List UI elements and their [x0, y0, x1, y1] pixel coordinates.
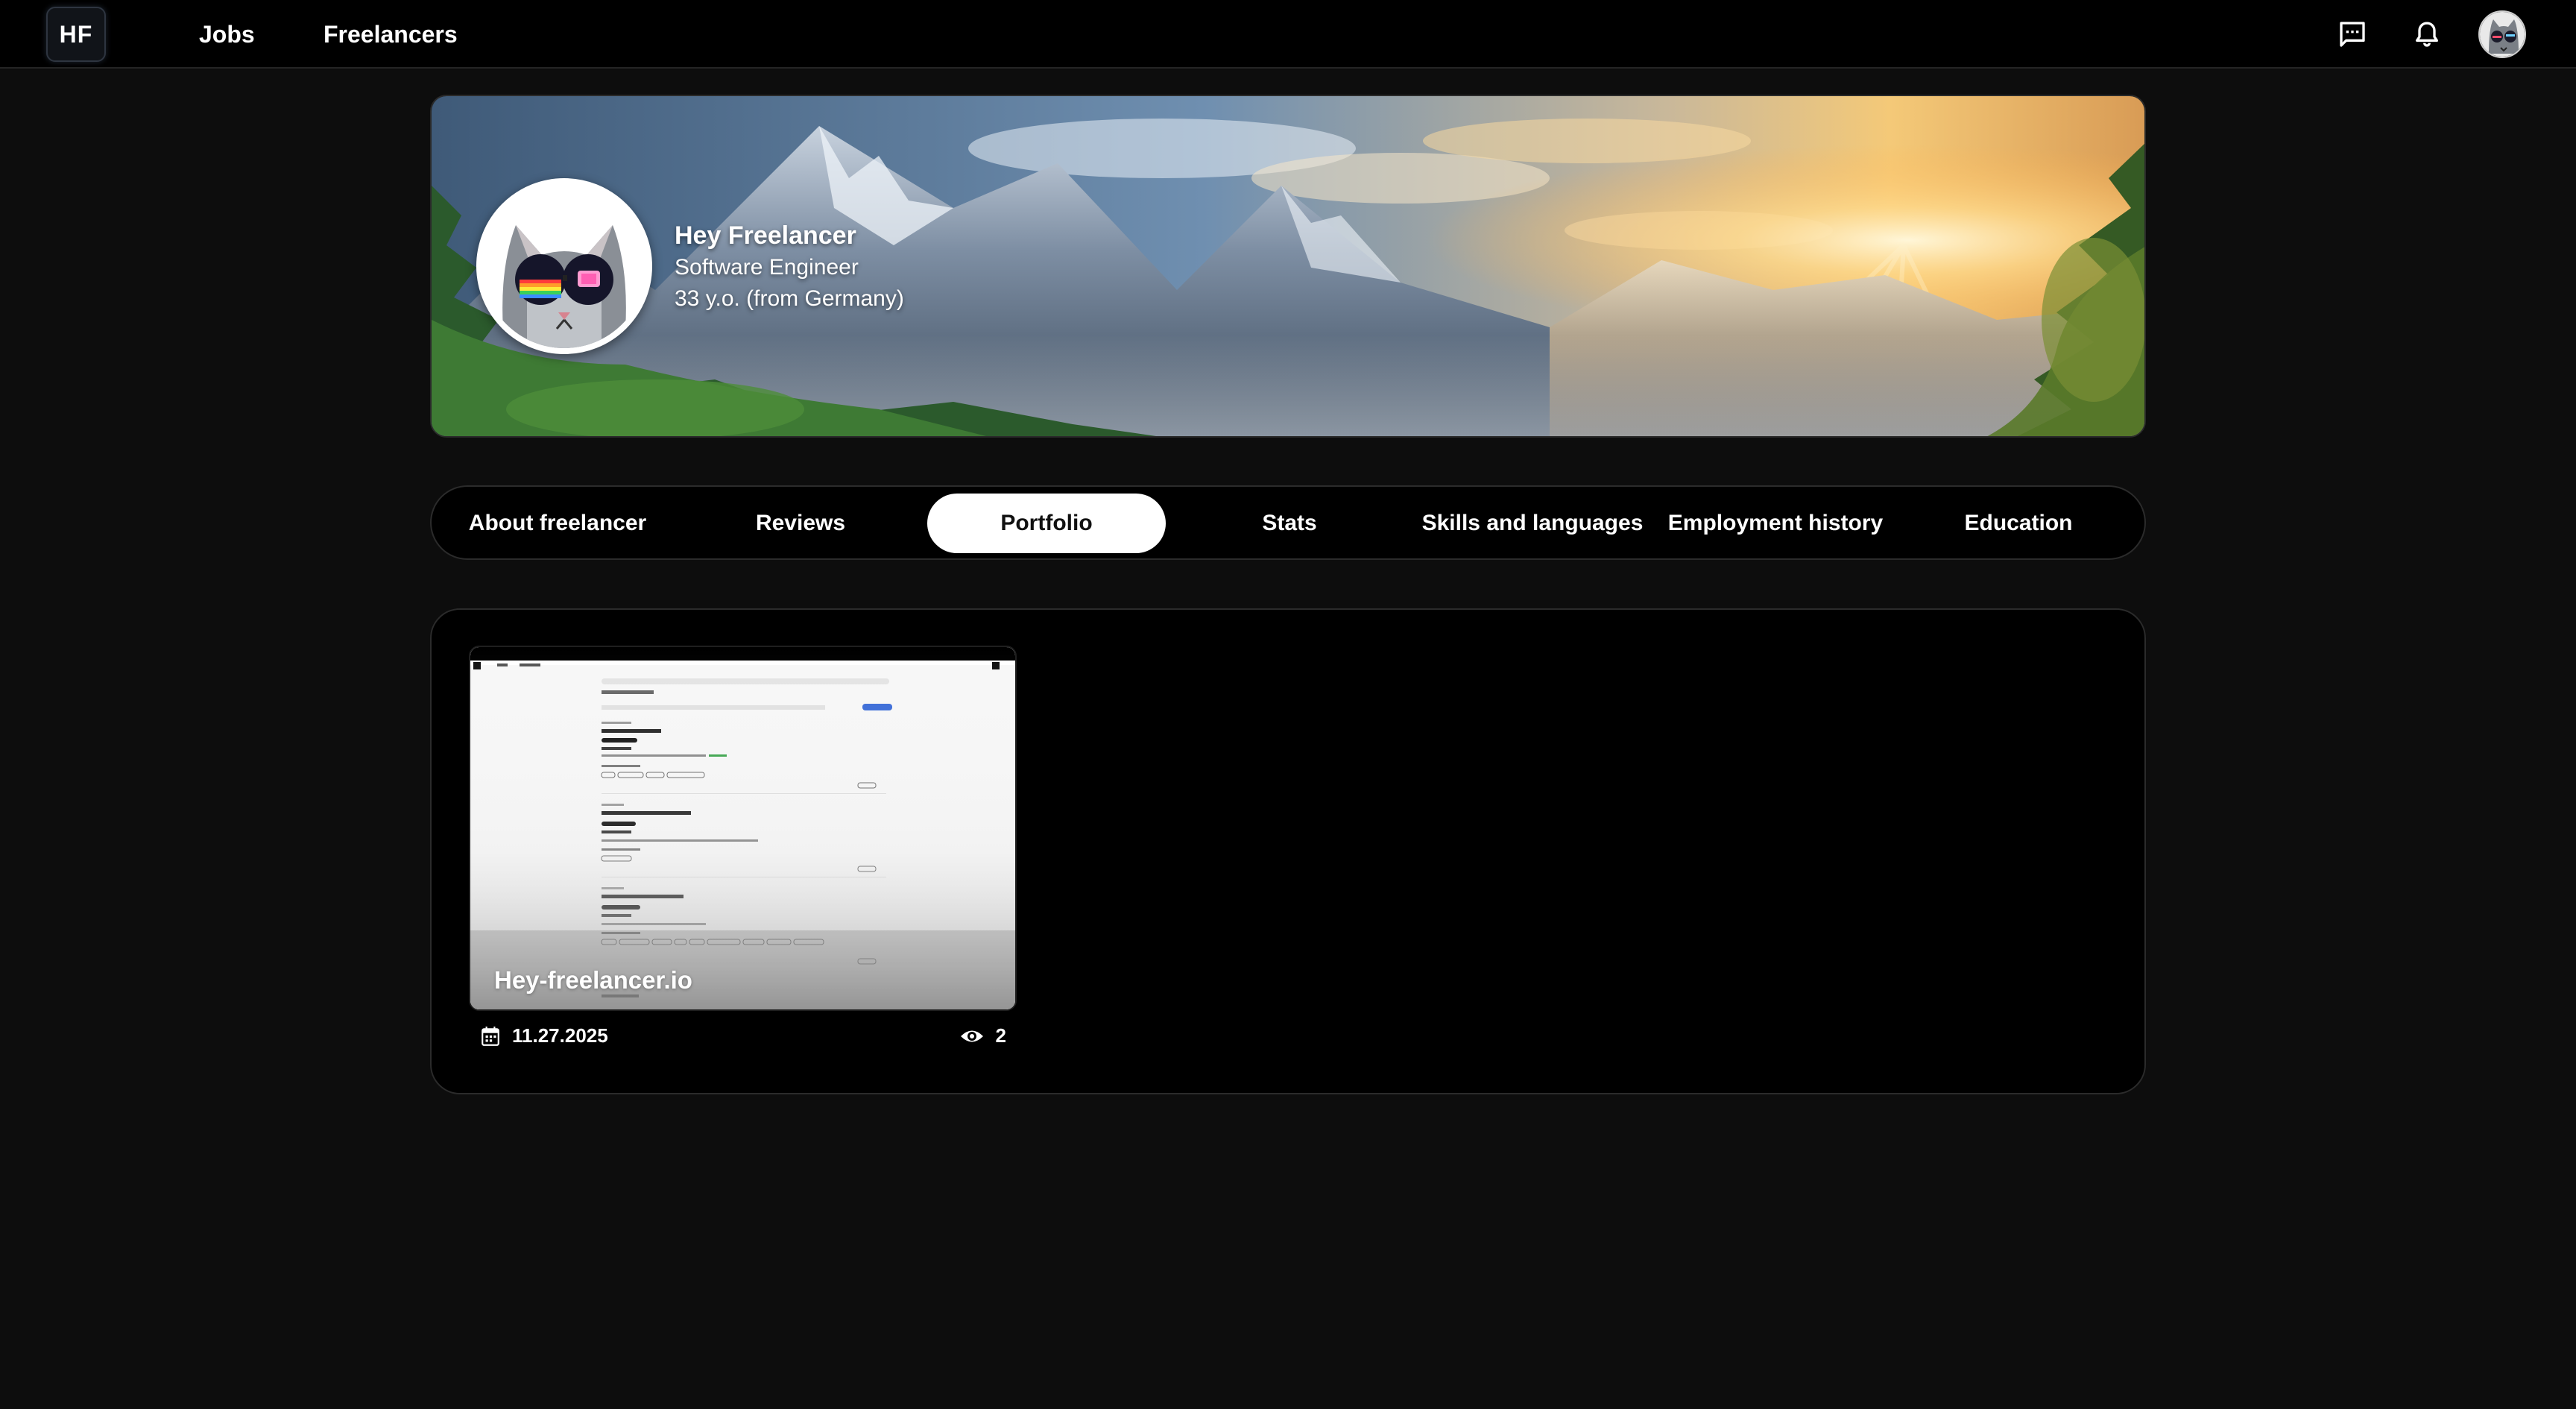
nav-freelancers-link[interactable]: Freelancers	[323, 18, 458, 51]
tab-stats[interactable]: Stats	[1170, 494, 1409, 553]
portfolio-views: 2	[960, 1024, 1006, 1047]
profile-tabs: About freelancer Reviews Portfolio Stats…	[430, 485, 2146, 560]
profile-info: Hey Freelancer Software Engineer 33 y.o.…	[675, 219, 904, 315]
tab-skills-and-languages[interactable]: Skills and languages	[1413, 494, 1652, 553]
profile-name: Hey Freelancer	[675, 221, 856, 250]
profile-avatar	[476, 178, 652, 354]
logo[interactable]: HF	[46, 7, 106, 62]
profile-job-title: Software Engineer	[675, 255, 859, 280]
portfolio-screenshot-image	[470, 647, 1015, 1009]
top-navigation-bar: HF Jobs Freelancers	[0, 0, 2576, 69]
profile-age-location: 33 y.o. (from Germany)	[675, 286, 904, 311]
tab-portfolio[interactable]: Portfolio	[927, 494, 1166, 553]
portfolio-date-text: 11.27.2025	[512, 1024, 608, 1047]
eye-icon	[960, 1030, 983, 1041]
tab-reviews[interactable]: Reviews	[681, 494, 920, 553]
profile-banner: Hey Freelancer Software Engineer 33 y.o.…	[430, 95, 2146, 438]
portfolio-thumbnail[interactable]: Hey-freelancer.io	[469, 646, 1017, 1011]
bell-icon[interactable]	[2408, 15, 2446, 54]
tab-about-freelancer[interactable]: About freelancer	[438, 494, 677, 553]
portfolio-panel: Hey-freelancer.io 11.27.2025 2	[430, 608, 2146, 1094]
calendar-icon	[482, 1026, 499, 1046]
tab-employment-history[interactable]: Employment history	[1656, 494, 1895, 553]
portfolio-card[interactable]: Hey-freelancer.io 11.27.2025 2	[469, 646, 1017, 1063]
tab-education[interactable]: Education	[1899, 494, 2138, 553]
user-avatar[interactable]	[2478, 10, 2526, 58]
portfolio-views-count: 2	[995, 1024, 1006, 1047]
portfolio-card-meta: 11.27.2025 2	[469, 1011, 1017, 1063]
portfolio-date: 11.27.2025	[481, 1024, 608, 1047]
messages-icon[interactable]	[2333, 15, 2372, 54]
nav-jobs-link[interactable]: Jobs	[199, 18, 255, 51]
portfolio-item-title[interactable]: Hey-freelancer.io	[494, 966, 692, 995]
